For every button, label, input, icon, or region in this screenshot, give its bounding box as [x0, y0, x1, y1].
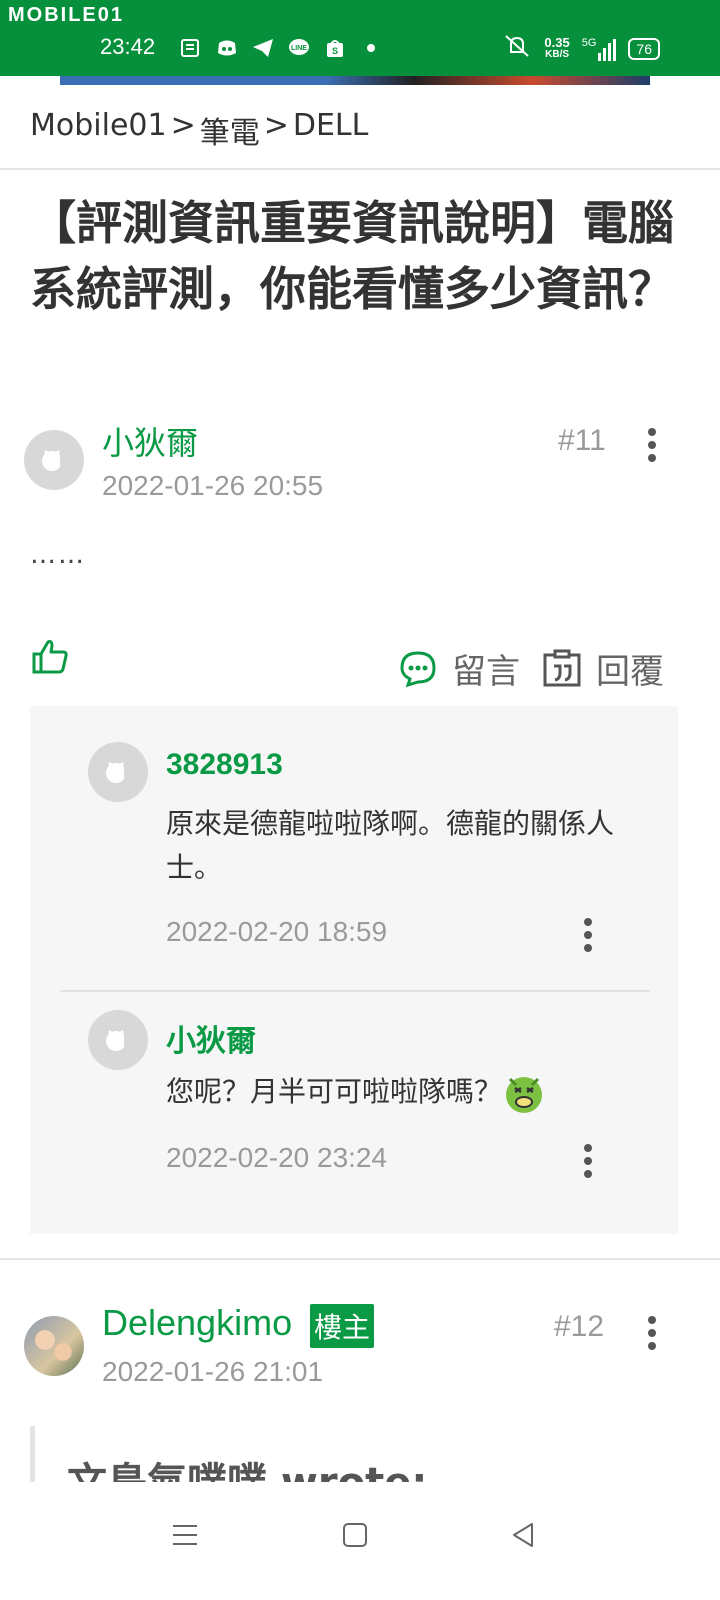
status-right: 0.35 KB/S 5G 76	[502, 34, 660, 63]
news-icon	[180, 38, 202, 58]
thread-title: 【評測資訊重要資訊說明】電腦系統評測，你能看懂多少資訊？	[30, 196, 674, 316]
line-icon: LINE	[288, 38, 310, 58]
mute-icon	[502, 34, 532, 63]
breadcrumb: Mobile01 > 筆電 > DELL	[30, 108, 368, 152]
status-time: 23:42	[100, 34, 156, 59]
svg-text:LINE: LINE	[291, 45, 307, 52]
comment-more-menu-icon[interactable]	[578, 918, 598, 952]
comment-text: 您呢？月半可可啦啦隊嗎？	[166, 1075, 503, 1108]
breadcrumb-brand[interactable]: DELL	[293, 108, 368, 152]
comment-username[interactable]: 小狄爾	[166, 1016, 256, 1060]
notification-icons: LINE S	[180, 38, 382, 58]
breadcrumb-home[interactable]: Mobile01	[30, 108, 167, 152]
angry-emoji-icon	[506, 1077, 543, 1113]
default-avatar-icon	[42, 449, 63, 471]
menu-icon[interactable]	[170, 1520, 200, 1550]
comment-timestamp: 2022-02-20 18:59	[166, 916, 388, 947]
post-floor-number[interactable]: #11	[558, 424, 606, 458]
breadcrumb-separator: >	[263, 108, 289, 143]
thumbs-up-icon[interactable]	[30, 636, 70, 676]
back-icon[interactable]	[508, 1520, 538, 1550]
divider	[0, 168, 720, 170]
shopee-icon: S	[324, 38, 346, 58]
post-body: ……	[30, 540, 86, 570]
comment-avatar[interactable]	[88, 742, 148, 802]
app-logo: MOBILE01	[8, 4, 125, 26]
comment-timestamp: 2022-02-20 23:24	[166, 1142, 388, 1173]
status-bar: MOBILE01 23:42 LINE S 0.35 KB/S 5G 76	[0, 0, 720, 76]
network-speed: 0.35 KB/S	[544, 34, 570, 61]
thread-starter-badge: 樓主	[310, 1304, 375, 1348]
comment-divider	[60, 990, 650, 992]
post-timestamp: 2022-01-26 21:01	[102, 1356, 324, 1387]
home-icon[interactable]	[340, 1520, 370, 1550]
battery-indicator: 76	[628, 37, 660, 60]
quote-block: 文鳥氣噗噗 wrote:	[30, 1426, 690, 1482]
comment-icon[interactable]	[398, 649, 438, 689]
breadcrumb-separator: >	[170, 108, 196, 143]
avatar[interactable]	[24, 1316, 84, 1376]
post-floor-number[interactable]: #12	[554, 1310, 604, 1344]
comment-avatar[interactable]	[88, 1010, 148, 1070]
comment-username[interactable]: 3828913	[166, 748, 283, 782]
post-more-menu-icon[interactable]	[642, 1316, 662, 1350]
dot-icon	[360, 38, 382, 58]
post-actions: 留言 回覆	[398, 644, 664, 693]
comment-button[interactable]: 留言	[452, 644, 520, 693]
comment-text: 原來是德龍啦啦隊啊。德龍的關係人士。	[166, 807, 615, 884]
reply-button[interactable]: 回覆	[596, 644, 664, 693]
post-timestamp: 2022-01-26 20:55	[102, 470, 324, 501]
telegram-icon	[252, 38, 274, 58]
default-avatar-icon	[106, 1029, 127, 1051]
signal-icon: 5G	[582, 37, 617, 61]
post-username[interactable]: Delengkimo	[102, 1302, 292, 1344]
comments-section: 3828913 原來是德龍啦啦隊啊。德龍的關係人士。 2022-02-20 18…	[30, 706, 678, 1234]
banner-image	[60, 76, 650, 85]
avatar[interactable]	[24, 430, 84, 490]
breadcrumb-category[interactable]: 筆電	[200, 108, 260, 152]
system-nav-bar	[0, 1482, 720, 1600]
comment-text-row: 您呢？月半可可啦啦隊嗎？	[166, 1070, 646, 1115]
discord-icon	[216, 38, 238, 58]
network-speed-unit: KB/S	[545, 48, 570, 60]
quote-author: 文鳥氣噗噗 wrote:	[67, 1450, 427, 1482]
svg-text:S: S	[332, 46, 338, 56]
quote-reply-icon[interactable]	[542, 649, 582, 689]
default-avatar-icon	[106, 761, 127, 783]
post-more-menu-icon[interactable]	[642, 428, 662, 462]
post-username[interactable]: 小狄爾	[102, 418, 198, 464]
network-speed-value: 0.35	[544, 34, 570, 50]
divider	[0, 1258, 720, 1260]
network-type: 5G	[581, 36, 597, 49]
comment-more-menu-icon[interactable]	[578, 1144, 598, 1178]
